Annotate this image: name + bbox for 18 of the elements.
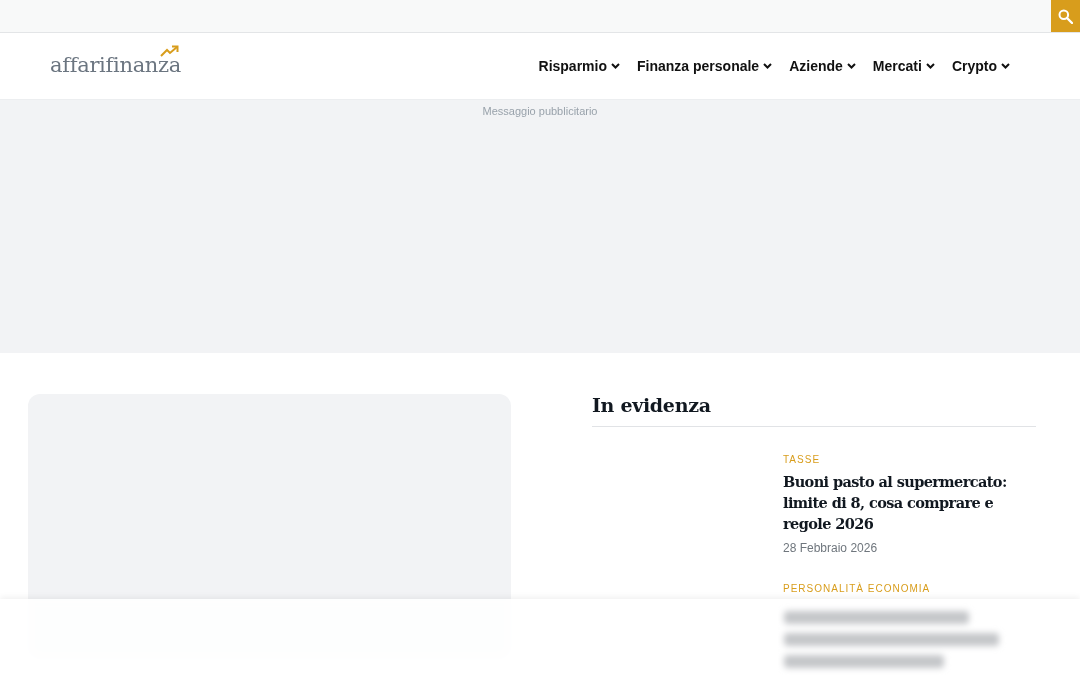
trend-arrow-icon [160,45,180,57]
section-heading: In evidenza [592,394,1036,427]
search-icon [1058,8,1073,24]
nav-menu-item[interactable]: Risparmio [538,58,620,74]
search-button[interactable] [1051,0,1080,32]
nav-menu-item[interactable]: Mercati [872,58,935,74]
chevron-down-icon [846,63,856,69]
article-title[interactable]: Buoni pasto al supermercato: limite di 8, cosa comprare e regole 2026 [783,471,1036,534]
chevron-down-icon [925,63,935,69]
site-logo[interactable]: affarifinanza [50,47,182,77]
ad-label: Messaggio pubblicitario [482,105,598,119]
chevron-down-icon [763,63,773,69]
nav-menu-item[interactable]: Crypto [951,58,1010,74]
chevron-down-icon [1001,63,1010,69]
article-date: 28 Febbraio 2026 [783,541,879,555]
chevron-down-icon [611,63,620,69]
nav-menu-item[interactable]: Aziende [789,58,856,74]
nav-menu-item[interactable]: Finanza personale [637,58,773,74]
